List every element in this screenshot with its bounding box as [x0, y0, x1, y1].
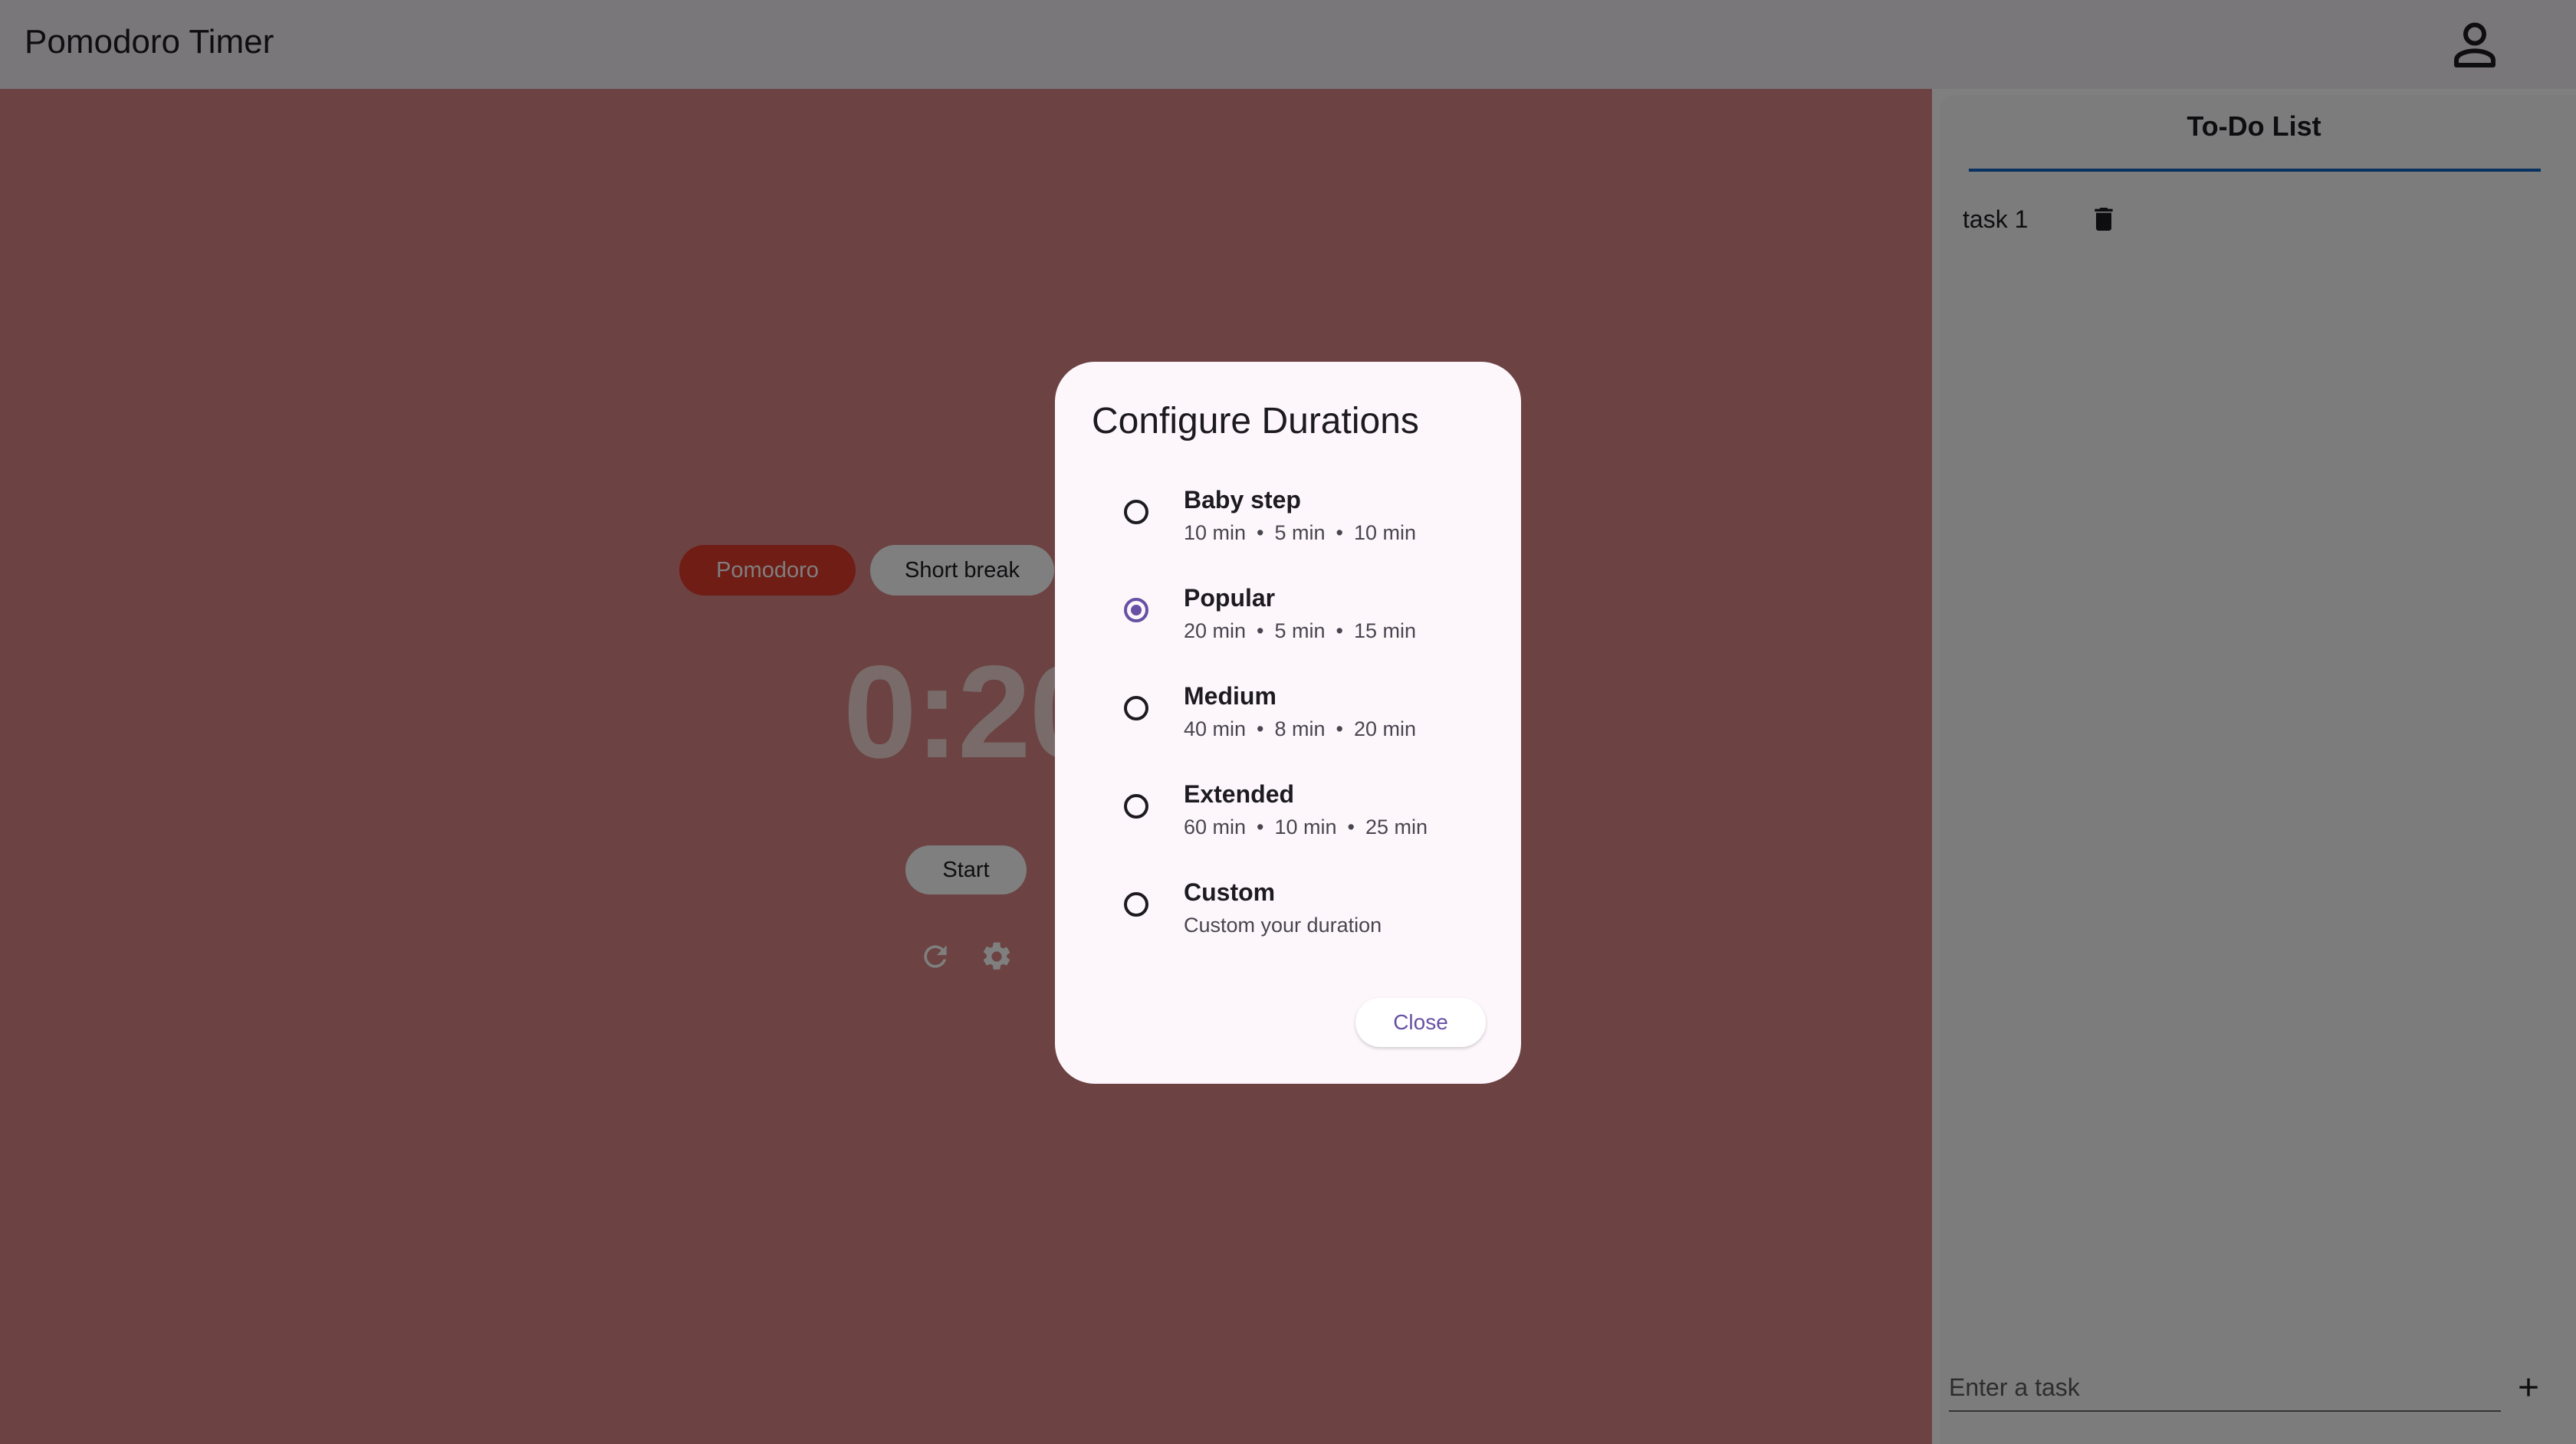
close-button[interactable]: Close [1355, 998, 1486, 1047]
duration-long-break: 20 min [1353, 717, 1417, 740]
radio-button[interactable] [1124, 892, 1148, 917]
duration-short-break: 5 min [1274, 521, 1326, 544]
duration-long-break: 25 min [1365, 816, 1428, 839]
dialog-title: Configure Durations [1092, 401, 1419, 441]
option-name: Baby step [1184, 486, 1301, 514]
radio-button[interactable] [1124, 696, 1148, 720]
duration-work: 60 min [1184, 816, 1247, 839]
option-durations: 20 min • 5 min • 15 min [1184, 619, 1417, 642]
option-name: Custom [1184, 878, 1276, 906]
option-custom[interactable]: Custom Custom your duration [1055, 865, 1521, 963]
duration-long-break: 10 min [1353, 521, 1417, 544]
option-extended[interactable]: Extended 60 min • 10 min • 25 min [1055, 766, 1521, 865]
app-root: Pomodoro Timer Pomodoro Short break 0:20… [0, 0, 2576, 1444]
option-name: Medium [1184, 682, 1276, 710]
option-subtitle: Custom your duration [1184, 914, 1382, 937]
duration-short-break: 8 min [1274, 717, 1326, 740]
duration-work: 40 min [1184, 717, 1247, 740]
duration-work: 10 min [1184, 521, 1247, 544]
option-durations: 60 min • 10 min • 25 min [1184, 816, 1428, 839]
duration-work: 20 min [1184, 619, 1247, 642]
duration-long-break: 15 min [1353, 619, 1417, 642]
option-name: Popular [1184, 584, 1276, 612]
configure-durations-dialog: Configure Durations Baby step 10 min • 5 m… [1055, 362, 1521, 1084]
option-durations: 10 min • 5 min • 10 min [1184, 521, 1417, 544]
option-baby-step[interactable]: Baby step 10 min • 5 min • 10 min [1055, 472, 1521, 570]
option-durations: 40 min • 8 min • 20 min [1184, 717, 1417, 740]
radio-button-selected[interactable] [1124, 598, 1148, 622]
radio-button[interactable] [1124, 794, 1148, 819]
option-medium[interactable]: Medium 40 min • 8 min • 20 min [1055, 668, 1521, 766]
radio-button[interactable] [1124, 500, 1148, 524]
duration-short-break: 10 min [1274, 816, 1337, 839]
option-popular[interactable]: Popular 20 min • 5 min • 15 min [1055, 570, 1521, 668]
option-name: Extended [1184, 780, 1295, 808]
duration-short-break: 5 min [1274, 619, 1326, 642]
